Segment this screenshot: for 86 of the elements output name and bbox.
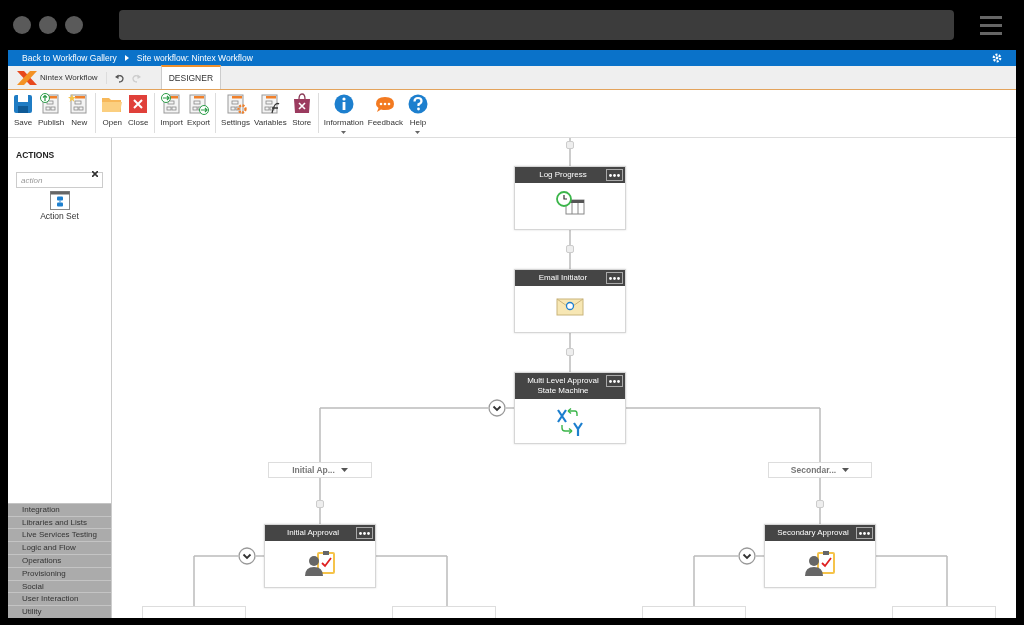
action-node[interactable]: Secondary Approval (764, 524, 876, 588)
designer-tab[interactable]: DESIGNER (160, 65, 222, 89)
undo-icon[interactable] (114, 72, 125, 83)
panel-title: ACTIONS (15, 149, 56, 162)
more-icon (609, 276, 620, 280)
ribbon-button[interactable]: Feedback (365, 93, 405, 128)
more-button[interactable] (606, 272, 623, 284)
help-icon (406, 93, 429, 115)
logo-text: Nintex Workflow (40, 71, 98, 84)
collapse-button[interactable] (238, 547, 256, 565)
branch-dropdown[interactable]: Initial Ap... (268, 462, 372, 478)
node-title: Email Initiator (538, 273, 588, 282)
connector-line (319, 477, 321, 525)
caret-icon (415, 130, 421, 134)
connector-line (819, 477, 821, 525)
ribbon-button[interactable]: Variables (251, 93, 289, 128)
ribbon-button[interactable]: Save (10, 93, 36, 128)
node-title: Multi Level Approval State Machine (527, 376, 599, 395)
action-set-icon (49, 190, 70, 210)
more-button[interactable] (606, 169, 623, 181)
menu-icon[interactable] (980, 15, 1002, 35)
save-icon (12, 93, 34, 115)
info-icon (332, 93, 355, 115)
connector-line (569, 330, 571, 373)
node-title: Secondary Approval (777, 528, 849, 537)
connector-handle[interactable] (316, 500, 324, 508)
ribbon-button[interactable]: Store (288, 93, 315, 128)
caret-icon (842, 468, 850, 472)
window-button[interactable] (13, 16, 31, 34)
close-icon (127, 93, 150, 115)
breadcrumb-link[interactable]: Back to Workflow Gallery (22, 51, 117, 65)
ribbon-button[interactable]: Import (158, 93, 185, 128)
ribbon-button[interactable]: New (66, 93, 93, 128)
node-title: Log Progress (539, 170, 587, 179)
category-item[interactable]: User Interaction (8, 592, 111, 606)
more-button[interactable] (606, 375, 623, 387)
action-node[interactable]: Initial Approval (264, 524, 376, 588)
connector-handle[interactable] (816, 500, 824, 508)
settings-icon (224, 93, 247, 115)
category-item[interactable]: Live Services Testing (8, 528, 111, 542)
breadcrumb-link[interactable]: Site workflow: Nintex Workflow (136, 51, 253, 65)
action-node[interactable]: Log Progress (514, 166, 626, 230)
category-item[interactable]: Integration (8, 502, 111, 516)
connector-handle[interactable] (566, 141, 574, 149)
connector-handle[interactable] (566, 245, 574, 253)
variables-icon (259, 93, 282, 115)
ribbon-button[interactable]: Close (125, 93, 152, 128)
ribbon-button[interactable]: Information (321, 93, 366, 138)
category-item[interactable]: Operations (8, 554, 111, 567)
category-item[interactable]: Utility (8, 605, 111, 618)
more-button[interactable] (356, 527, 373, 539)
node-title: Initial Approval (287, 528, 339, 537)
caret-icon (341, 130, 347, 134)
ribbon-button[interactable]: Settings (219, 93, 252, 128)
collapse-button[interactable] (738, 547, 756, 565)
branch-dropdown[interactable]: Secondar... (768, 462, 872, 478)
collapse-button[interactable] (488, 399, 506, 417)
more-icon (609, 379, 620, 383)
export-icon (187, 93, 210, 115)
ribbon-button[interactable]: Help (404, 93, 431, 138)
more-icon (359, 531, 370, 535)
window-button[interactable] (39, 16, 57, 34)
caret-icon (340, 468, 348, 472)
connector-line (255, 555, 265, 557)
connector-line (505, 407, 515, 409)
more-icon (609, 173, 620, 177)
category-item[interactable]: Logic and Flow (8, 541, 111, 554)
state-transition-icon (554, 405, 586, 437)
more-icon (859, 531, 870, 535)
separator-icon (124, 55, 129, 61)
import-icon (160, 93, 183, 115)
more-button[interactable] (856, 527, 873, 539)
window-button[interactable] (65, 16, 83, 34)
ribbon-button[interactable]: Publish (36, 93, 67, 128)
action-item[interactable]: Action Set (8, 190, 111, 223)
connector-line (755, 555, 765, 557)
settings-icon[interactable] (992, 53, 1002, 63)
action-node[interactable]: Multi Level Approval State Machine (514, 372, 626, 444)
ribbon-button[interactable]: Open (99, 93, 126, 128)
action-node[interactable]: Email Initiator (514, 269, 626, 333)
connector-line (569, 228, 571, 270)
clear-icon[interactable] (92, 170, 98, 177)
ribbon-button[interactable]: Export (184, 93, 213, 128)
connector-handle[interactable] (566, 348, 574, 356)
logo-icon (16, 69, 38, 86)
connector-line (569, 138, 571, 167)
